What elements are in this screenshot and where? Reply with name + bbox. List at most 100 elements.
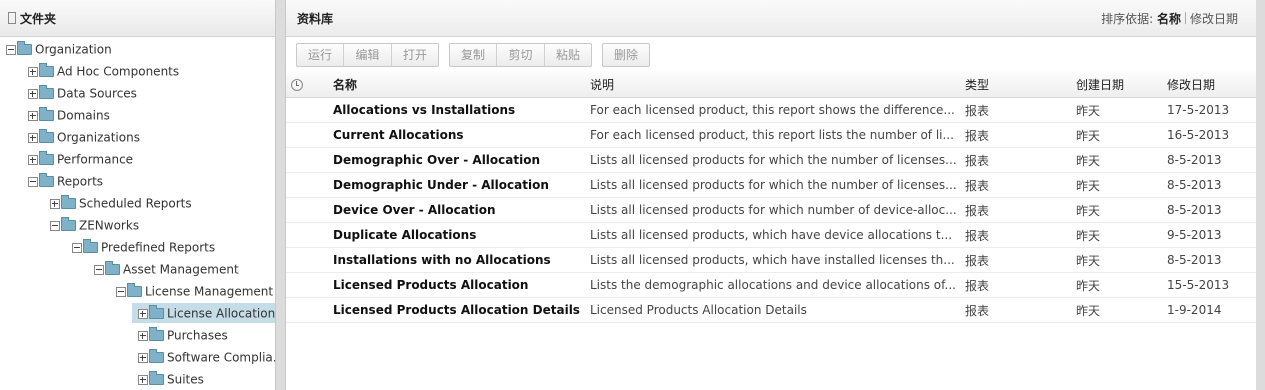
library-panel: 资料库 排序依据: 名称 修改日期 运行 编辑 打开 复制 剪切 粘贴 删除 名称… <box>285 0 1256 390</box>
toolbar-group-delete: 删除 <box>602 43 650 67</box>
folder-node-label: Predefined Reports <box>101 240 216 255</box>
collapse-icon[interactable] <box>94 264 104 275</box>
table-body: Allocations vs Installations For each lic… <box>286 97 1256 323</box>
column-header-schedule[interactable] <box>286 71 333 98</box>
column-header-description[interactable]: 说明 <box>590 71 965 98</box>
expand-icon[interactable] <box>28 66 38 77</box>
expand-icon[interactable] <box>28 132 38 143</box>
row-schedule-cell <box>286 172 333 198</box>
row-type: 报表 <box>965 272 1076 298</box>
folder-icon <box>39 151 54 165</box>
expand-icon[interactable] <box>138 352 148 363</box>
row-name[interactable]: Allocations vs Installations <box>333 97 590 123</box>
row-schedule-cell <box>286 297 333 323</box>
table-row[interactable]: Allocations vs Installations For each lic… <box>286 97 1256 123</box>
expand-icon[interactable] <box>28 88 38 99</box>
table-row[interactable]: Demographic Over - Allocation Lists all l… <box>286 147 1256 173</box>
collapse-icon[interactable] <box>116 286 126 297</box>
folder-node[interactable]: Performance <box>28 149 133 169</box>
folder-icon <box>17 41 32 55</box>
row-schedule-cell <box>286 222 333 248</box>
row-name[interactable]: Licensed Products Allocation <box>333 272 590 298</box>
column-header-type[interactable]: 类型 <box>965 71 1076 98</box>
folder-node-label: Organization <box>35 42 112 57</box>
row-modified: 17-5-2013 <box>1167 97 1256 123</box>
folder-icon <box>39 85 54 99</box>
collapse-icon[interactable] <box>50 220 60 231</box>
folder-icon <box>149 305 164 319</box>
row-name[interactable]: Demographic Over - Allocation <box>333 147 590 173</box>
sort-divider <box>1184 12 1186 24</box>
folder-node[interactable]: Predefined Reports <box>72 237 215 257</box>
folder-node-label: Reports <box>57 174 104 189</box>
folder-node[interactable]: Suites <box>138 369 204 389</box>
expand-icon[interactable] <box>138 330 148 341</box>
row-type: 报表 <box>965 97 1076 123</box>
folder-node[interactable]: Asset Management <box>94 259 239 279</box>
open-button[interactable]: 打开 <box>392 44 438 66</box>
table-row[interactable]: Demographic Under - Allocation Lists all … <box>286 172 1256 198</box>
folder-node-label: Organizations <box>57 130 140 145</box>
table-row[interactable]: Device Over - Allocation Lists all licens… <box>286 197 1256 223</box>
folder-node[interactable]: Organizations <box>28 127 140 147</box>
folder-node-label: Asset Management <box>123 262 239 277</box>
row-name[interactable]: Licensed Products Allocation Details <box>333 297 590 323</box>
folder-node[interactable]: Ad Hoc Components <box>28 61 179 81</box>
row-description: Lists the demographic allocations and de… <box>590 272 965 298</box>
row-modified: 9-5-2013 <box>1167 222 1256 248</box>
copy-button[interactable]: 复制 <box>450 44 497 66</box>
delete-button[interactable]: 删除 <box>603 44 649 66</box>
row-schedule-cell <box>286 147 333 173</box>
folder-node[interactable]: Scheduled Reports <box>50 193 192 213</box>
row-modified: 8-5-2013 <box>1167 172 1256 198</box>
row-type: 报表 <box>965 297 1076 323</box>
row-description: Licensed Products Allocation Details <box>590 297 965 323</box>
row-name[interactable]: Installations with no Allocations <box>333 247 590 273</box>
collapse-panel-icon[interactable] <box>8 12 16 24</box>
paste-button[interactable]: 粘贴 <box>545 44 591 66</box>
folder-panel-title: 文件夹 <box>20 12 57 26</box>
row-name[interactable]: Duplicate Allocations <box>333 222 590 248</box>
expand-icon[interactable] <box>50 198 60 209</box>
folder-icon <box>83 239 98 253</box>
table-row[interactable]: Licensed Products Allocation Details Lice… <box>286 297 1256 323</box>
expand-icon[interactable] <box>138 374 148 385</box>
collapse-icon[interactable] <box>28 176 38 187</box>
table-row[interactable]: Installations with no Allocations Lists a… <box>286 247 1256 273</box>
collapse-icon[interactable] <box>72 242 82 253</box>
expand-icon[interactable] <box>28 154 38 165</box>
edit-button[interactable]: 编辑 <box>344 44 392 66</box>
folder-node[interactable]: ZENworks <box>50 215 139 235</box>
expand-icon[interactable] <box>28 110 38 121</box>
clock-icon <box>291 78 303 91</box>
folder-node[interactable]: Organization <box>6 39 112 59</box>
row-schedule-cell <box>286 247 333 273</box>
folder-node[interactable]: Data Sources <box>28 83 137 103</box>
column-header-created[interactable]: 创建日期 <box>1076 71 1167 98</box>
folder-node[interactable]: Reports <box>28 171 103 191</box>
folder-node[interactable]: Software Complia... <box>138 347 275 367</box>
table-row[interactable]: Current Allocations For each licensed pro… <box>286 122 1256 148</box>
row-name[interactable]: Current Allocations <box>333 122 590 148</box>
folder-node[interactable]: Purchases <box>138 325 228 345</box>
folder-node[interactable]: License Management <box>116 281 273 301</box>
expand-icon[interactable] <box>138 308 148 319</box>
folder-node[interactable]: License Allocation <box>132 303 275 323</box>
row-name[interactable]: Demographic Under - Allocation <box>333 172 590 198</box>
run-button[interactable]: 运行 <box>297 44 344 66</box>
row-description: For each licensed product, this report s… <box>590 97 965 123</box>
table-row[interactable]: Licensed Products Allocation Lists the de… <box>286 272 1256 298</box>
collapse-icon[interactable] <box>6 44 16 55</box>
folder-node-label: Purchases <box>167 328 228 343</box>
column-header-name[interactable]: 名称 <box>333 71 590 98</box>
cut-button[interactable]: 剪切 <box>497 44 545 66</box>
sort-by-label: 排序依据: <box>1101 12 1154 26</box>
folder-node-label: Domains <box>57 108 110 123</box>
folder-node[interactable]: Domains <box>28 105 110 125</box>
sort-by-modified-option[interactable]: 修改日期 <box>1190 12 1238 26</box>
row-name[interactable]: Device Over - Allocation <box>333 197 590 223</box>
table-row[interactable]: Duplicate Allocations Lists all licensed … <box>286 222 1256 248</box>
sort-by-name-option[interactable]: 名称 <box>1157 12 1181 26</box>
column-header-modified[interactable]: 修改日期 <box>1167 71 1256 98</box>
folder-panel-header: 文件夹 <box>0 0 275 37</box>
